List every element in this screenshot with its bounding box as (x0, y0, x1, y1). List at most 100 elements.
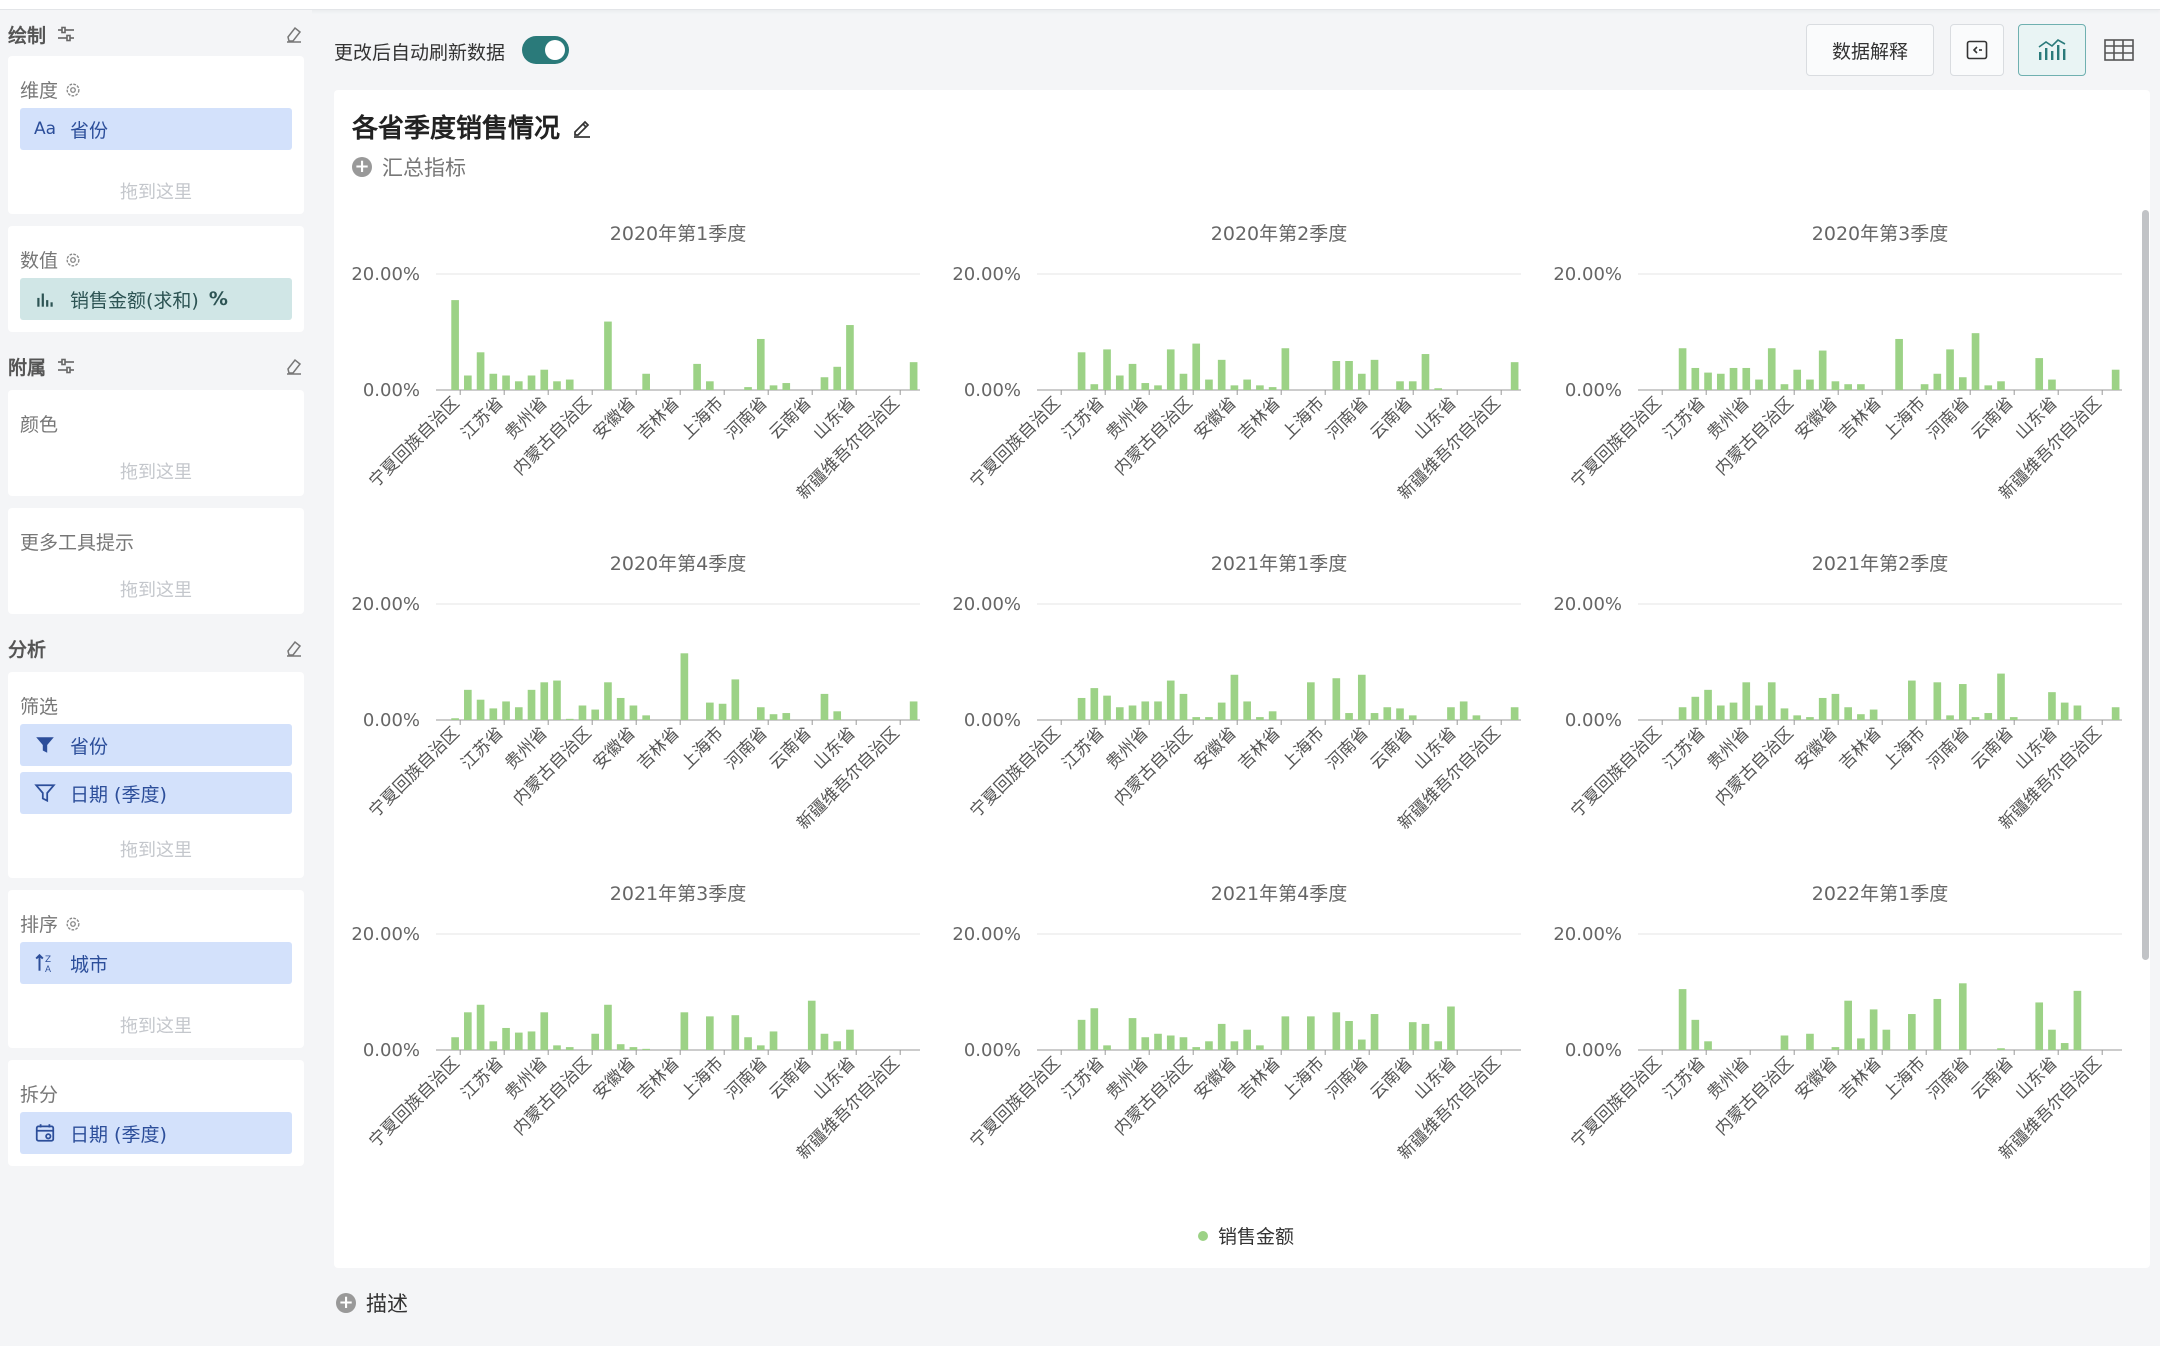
sort-drop-zone[interactable]: 拖到这里 (20, 1012, 292, 1038)
bar (1510, 707, 1519, 720)
chart-title-text: 各省季度销售情况 (352, 114, 561, 144)
dimension-drop-zone[interactable]: 拖到这里 (20, 178, 292, 204)
bar (1908, 1014, 1916, 1050)
bar (2048, 379, 2056, 390)
bar (1281, 1016, 1290, 1050)
bar-chart-icon (37, 293, 53, 307)
bar (616, 1044, 625, 1050)
bar (1077, 352, 1086, 390)
x-tick-label: 吉林省 (1836, 393, 1886, 443)
bar (833, 1041, 842, 1050)
x-tick-label: 安徽省 (590, 1053, 640, 1103)
section-attach: 附属 (8, 348, 304, 384)
data-explain-button[interactable]: 数据解释 (1806, 24, 1934, 76)
value-pill[interactable]: 销售金额(求和) % (20, 278, 292, 320)
bar (1729, 367, 1738, 390)
bar (1205, 379, 1213, 390)
eraser-icon[interactable] (284, 356, 304, 376)
bar (642, 715, 650, 720)
chart-legend[interactable]: 销售金额 (1198, 1222, 1294, 1249)
bar (1946, 349, 1954, 390)
filter-pill-province[interactable]: 省份 (20, 724, 292, 766)
x-tick-label: 上海市 (1880, 393, 1930, 443)
bar (1742, 682, 1751, 720)
bar (1844, 1000, 1852, 1050)
bar (1793, 369, 1802, 390)
bar (616, 697, 625, 720)
bar (680, 1012, 689, 1050)
color-drop-zone[interactable]: 拖到这里 (20, 458, 292, 484)
description-toggle[interactable]: + 描述 (336, 1288, 408, 1318)
auto-refresh-toggle[interactable] (522, 36, 569, 64)
bar (1268, 387, 1277, 390)
bar (769, 714, 778, 720)
bar (1115, 375, 1124, 390)
split-pill[interactable]: 日期 (季度) (20, 1112, 292, 1154)
panel-scrollbar[interactable] (2142, 210, 2149, 960)
x-tick-label: 上海市 (1880, 723, 1930, 773)
filter-title: 筛选 (20, 696, 59, 718)
filter-outline-icon (34, 784, 56, 803)
filter-pill-date[interactable]: 日期 (季度) (20, 772, 292, 814)
table-icon (2104, 39, 2134, 61)
y-tick-label: 0.00% (964, 710, 1021, 731)
gear-icon[interactable] (64, 915, 82, 933)
x-tick-label: 上海市 (1279, 1053, 1329, 1103)
bar (1459, 701, 1468, 720)
bar (1154, 1033, 1162, 1050)
bar (833, 711, 842, 720)
dimension-card: 维度 Aa 省份 拖到这里 (8, 56, 304, 214)
tooltip-drop-zone[interactable]: 拖到这里 (20, 576, 292, 602)
bar (782, 383, 791, 390)
bar (1755, 379, 1763, 390)
sort-label: 排序 (20, 914, 59, 936)
bar (2035, 358, 2044, 390)
eraser-icon[interactable] (284, 24, 304, 44)
x-tick-label: 河南省 (1323, 723, 1373, 773)
bar (1869, 709, 1878, 720)
filter-drop-zone[interactable]: 拖到这里 (20, 836, 292, 862)
x-tick-label: 河南省 (722, 723, 772, 773)
dimension-pill[interactable]: Aa 省份 (20, 108, 292, 150)
chart-view-button[interactable] (2018, 24, 2086, 76)
sort-pill[interactable]: ZA 城市 (20, 942, 292, 984)
filter-card: 筛选 省份 日期 (季度) 拖到这里 (8, 672, 304, 878)
bar (540, 1012, 549, 1050)
bar (1243, 1029, 1251, 1050)
bar (1946, 715, 1954, 720)
table-view-button[interactable] (2090, 24, 2148, 76)
bar (1691, 1019, 1700, 1050)
x-tick-label: 安徽省 (1792, 393, 1842, 443)
code-view-button[interactable] (1950, 24, 2004, 76)
sliders-icon[interactable] (56, 24, 76, 44)
y-tick-label: 20.00% (1553, 264, 1622, 285)
subchart-title: 2020年第3季度 (1812, 223, 1948, 245)
add-metric[interactable]: + 汇总指标 (352, 152, 466, 182)
bar (565, 379, 574, 390)
bar (1166, 349, 1175, 390)
value-card: 数值 销售金额(求和) % (8, 226, 304, 332)
edit-pencil-icon[interactable] (570, 115, 594, 139)
bar (782, 713, 791, 720)
x-tick-label: 安徽省 (1792, 723, 1842, 773)
bar (1256, 717, 1264, 720)
bar (706, 702, 714, 720)
sliders-icon[interactable] (56, 356, 76, 376)
x-tick-label: 上海市 (678, 723, 728, 773)
y-tick-label: 20.00% (952, 264, 1021, 285)
eraser-icon[interactable] (284, 638, 304, 658)
bar (1678, 348, 1687, 390)
text-type-icon: Aa (33, 119, 57, 139)
section-analysis: 分析 (8, 630, 304, 666)
bar (1090, 384, 1099, 390)
x-tick-label: 宁夏回族自治区 (966, 723, 1064, 821)
bar (1154, 385, 1162, 390)
gear-icon[interactable] (64, 251, 82, 269)
bar (476, 352, 485, 390)
bar (1217, 702, 1226, 720)
tooltip-card: 更多工具提示 拖到这里 (8, 508, 304, 614)
gear-icon[interactable] (64, 81, 82, 99)
y-tick-label: 0.00% (964, 380, 1021, 401)
bar (1217, 1023, 1226, 1050)
bar (1920, 384, 1929, 390)
